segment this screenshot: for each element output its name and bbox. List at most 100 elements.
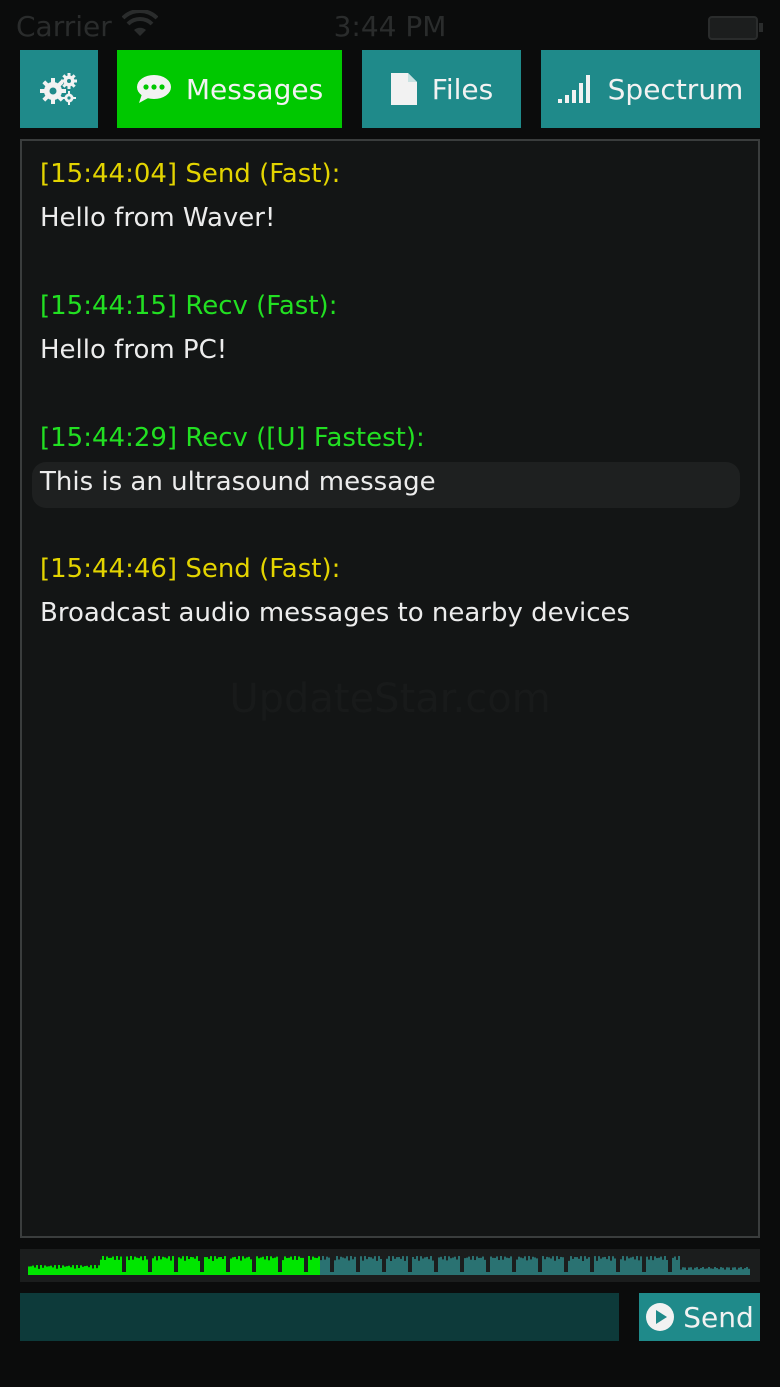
waveform-bar: [478, 1257, 480, 1275]
waveform-bar: [554, 1260, 556, 1275]
tab-messages[interactable]: Messages: [117, 50, 342, 128]
waveform-bar: [676, 1259, 678, 1275]
waveform-bar: [48, 1266, 50, 1275]
message-input[interactable]: [20, 1293, 619, 1341]
waveform-bar: [122, 1272, 124, 1275]
waveform-bar: [52, 1267, 54, 1275]
waveform-bar: [400, 1258, 402, 1275]
waveform-bar: [200, 1272, 202, 1275]
waveform-bar: [324, 1259, 326, 1275]
waveform-bar: [268, 1260, 270, 1275]
waveform-bar: [208, 1258, 210, 1275]
tab-messages-label: Messages: [185, 72, 324, 106]
waveform-bar: [340, 1256, 342, 1275]
waveform-graphic: [28, 1256, 750, 1275]
waveform-bar: [632, 1256, 634, 1275]
tab-files[interactable]: Files: [362, 50, 521, 128]
waveform-bar: [720, 1267, 722, 1275]
waveform-bar: [360, 1256, 362, 1275]
waveform-bar: [548, 1257, 550, 1275]
waveform-bar: [146, 1259, 148, 1275]
waveform-bar: [352, 1259, 354, 1275]
waveform-bar: [508, 1258, 510, 1275]
message-body: Hello from PC!: [40, 335, 228, 365]
waveform-bar: [322, 1256, 324, 1275]
waveform-bar: [504, 1256, 506, 1275]
waveform-bar: [718, 1269, 720, 1275]
waveform-bar: [278, 1272, 280, 1275]
waveform-bar: [84, 1266, 86, 1275]
waveform-bar: [668, 1272, 670, 1275]
tab-spectrum[interactable]: Spectrum: [541, 50, 760, 128]
waveform-bar: [368, 1256, 370, 1275]
waveform-bar: [464, 1258, 466, 1275]
waveform-bar: [636, 1256, 638, 1275]
waveform-bar: [524, 1256, 526, 1275]
waveform-bar: [50, 1265, 52, 1275]
waveform-bar: [332, 1272, 334, 1275]
waveform-bar: [282, 1260, 284, 1275]
send-button-label: Send: [683, 1300, 754, 1334]
waveform-bar: [474, 1260, 476, 1275]
waveform-bar: [426, 1256, 428, 1275]
waveform-bar: [462, 1272, 464, 1275]
waveform-bar: [86, 1265, 88, 1275]
waveform-bar: [704, 1268, 706, 1275]
waveform-bar: [578, 1258, 580, 1275]
waveform-bar: [242, 1256, 244, 1275]
waveform-bar: [492, 1257, 494, 1275]
send-button[interactable]: Send: [639, 1293, 760, 1341]
waveform-bar: [30, 1266, 32, 1275]
tab-settings[interactable]: [20, 50, 98, 128]
waveform-bar: [414, 1259, 416, 1275]
waveform-bar: [642, 1272, 644, 1275]
waveform-bar: [536, 1258, 538, 1275]
waveform-bar: [460, 1272, 462, 1275]
tab-files-label: Files: [431, 72, 494, 106]
waveform-bar: [100, 1259, 102, 1275]
waveform-bar: [736, 1269, 738, 1275]
message-header: [15:44:29] Recv ([U] Fastest):: [40, 423, 425, 453]
waveform-bar: [58, 1265, 60, 1275]
waveform-bar: [396, 1257, 398, 1275]
waveform-bar: [538, 1272, 540, 1275]
waveform-bar: [318, 1256, 320, 1275]
waveform-bar: [40, 1265, 42, 1275]
waveform-bar: [140, 1256, 142, 1275]
waveform-bar: [78, 1268, 80, 1275]
tab-spectrum-label: Spectrum: [607, 72, 744, 106]
waveform-bar: [296, 1259, 298, 1275]
waveform-bar: [114, 1259, 116, 1275]
waveform-bar: [546, 1256, 548, 1275]
waveform-bar: [408, 1272, 410, 1275]
waveform-bar: [574, 1257, 576, 1275]
waveform-bar: [666, 1259, 668, 1275]
waveform-bar: [512, 1272, 514, 1275]
waveform-bar: [170, 1260, 172, 1275]
waveform-bar: [70, 1267, 72, 1275]
signal-bars-icon: [557, 74, 594, 104]
waveform-bar: [90, 1265, 92, 1275]
waveform-bar: [586, 1258, 588, 1275]
waveform-bar: [638, 1260, 640, 1275]
waveform-bar: [356, 1272, 358, 1275]
waveform-bar: [664, 1256, 666, 1275]
message-log[interactable]: [15:44:04] Send (Fast): Hello from Waver…: [20, 139, 760, 1238]
waveform-bar: [378, 1256, 380, 1275]
waveform-bar: [92, 1268, 94, 1275]
waveform-bar: [610, 1260, 612, 1275]
waveform-bar: [306, 1272, 308, 1275]
waveform-bar: [618, 1272, 620, 1275]
waveform-bar: [514, 1272, 516, 1275]
waveform-bar: [422, 1258, 424, 1275]
waveform-bar: [698, 1269, 700, 1275]
waveform-bar: [412, 1256, 414, 1275]
waveform-bar: [316, 1258, 318, 1275]
waveform-bar: [580, 1256, 582, 1275]
waveform-bar: [600, 1258, 602, 1275]
waveform-bar: [418, 1260, 420, 1275]
waveform-bar: [738, 1267, 740, 1275]
waveform-bar: [402, 1256, 404, 1275]
waveform-bar: [442, 1259, 444, 1275]
waveform-bar: [648, 1259, 650, 1275]
